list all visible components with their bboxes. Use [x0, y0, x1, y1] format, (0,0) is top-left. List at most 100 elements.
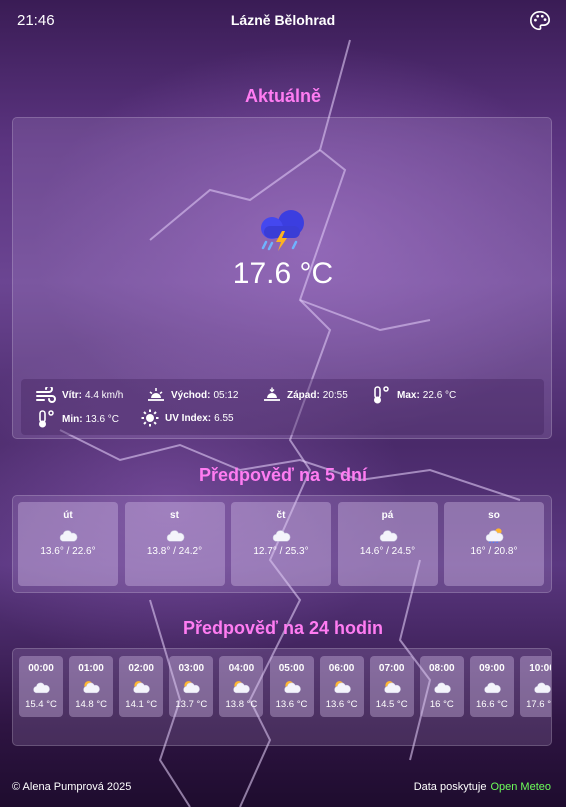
rain-cloud-icon: [485, 528, 504, 543]
hour-temperature: 13.7 °C: [175, 699, 208, 710]
cloud-icon: [33, 682, 50, 694]
forecast-24-panel: 00:00 15.4 °C 01:00 14.8 °C 02:00 14.1 °C 03:0…: [12, 648, 552, 746]
cloud-icon: [484, 682, 501, 694]
wind-icon: [36, 387, 56, 403]
current-title: Aktuálně: [244, 86, 322, 106]
cloud-icon: [379, 530, 397, 542]
cloud-icon: [272, 530, 291, 542]
sun-behind-cloud-icon: [333, 681, 351, 694]
hour-card[interactable]: 07:00 14.5 °C: [369, 656, 414, 717]
hour-card[interactable]: 01:00 14.8 °C: [69, 656, 114, 717]
day-name: st: [170, 510, 179, 521]
sun-behind-cloud-icon: [183, 681, 201, 694]
footer: © Alena Pumprová 2025 Data poskytuje Open…: [0, 770, 566, 807]
hour-card[interactable]: 03:00 13.7 °C: [169, 656, 214, 717]
sun-behind-cloud-icon: [83, 681, 100, 694]
sun-behind-cloud-icon: [233, 681, 251, 694]
palette-icon[interactable]: [529, 10, 551, 32]
day-temperature-range: 12.7° / 25.3°: [253, 546, 309, 557]
hour-time: 09:00: [479, 663, 505, 674]
hour-card[interactable]: 00:00 15.4 °C: [19, 656, 63, 717]
sunset-value: 20:55: [322, 389, 348, 401]
hour-time: 00:00: [28, 663, 54, 674]
hour-temperature: 17.6 °C: [526, 699, 552, 710]
sunrise-stat: Východ: 05:12: [147, 387, 238, 403]
hour-time: 05:00: [278, 663, 305, 674]
sun-behind-cloud-icon: [133, 681, 150, 694]
sun-behind-cloud-icon: [384, 681, 401, 694]
uv-index-stat: UV Index: 6.55: [141, 409, 234, 427]
city-name: Lázně Bělohrad: [230, 12, 336, 28]
sun-icon: [141, 409, 159, 427]
day-temperature-range: 13.6° / 22.6°: [40, 546, 96, 557]
day-card[interactable]: st 13.8° / 24.2°: [124, 502, 225, 586]
sunrise-label: Východ:: [171, 389, 211, 401]
min-temp-value: 13.6 °C: [85, 413, 120, 425]
day-name: út: [63, 510, 73, 521]
hour-card[interactable]: 08:00 16 °C: [419, 656, 464, 717]
thermometer-icon: [39, 410, 54, 428]
min-temp-label: Min:: [62, 413, 83, 425]
day-temperature-range: 13.8° / 24.2°: [146, 546, 203, 557]
current-temperature: 17.6 °C: [232, 257, 334, 290]
max-temp-label: Max:: [397, 389, 420, 401]
hour-card[interactable]: 02:00 14.1 °C: [119, 656, 164, 717]
sunrise-value: 05:12: [213, 389, 239, 401]
day-name: čt: [276, 510, 286, 521]
hour-time: 07:00: [378, 663, 405, 674]
day-card[interactable]: čt 12.7° / 25.3°: [231, 502, 331, 586]
hour-time: 02:00: [128, 663, 154, 674]
sunset-stat: Západ: 20:55: [263, 387, 348, 403]
day-temperature-range: 16° / 20.8°: [470, 546, 518, 557]
cloud-icon: [59, 530, 78, 542]
day-card[interactable]: pá 14.6° / 24.5°: [337, 502, 438, 586]
hour-time: 10:00: [529, 663, 551, 674]
cloud-icon: [534, 682, 551, 694]
max-temp-value: 22.6 °C: [422, 389, 457, 401]
thunderstorm-icon: [261, 210, 304, 251]
hour-card[interactable]: 09:00 16.6 °C: [469, 656, 514, 717]
cloud-icon: [434, 682, 451, 694]
hour-card[interactable]: 04:00 13.8 °C: [219, 656, 264, 717]
forecast-24-title: Předpověď na 24 hodin: [183, 618, 383, 638]
hour-card[interactable]: 06:00 13.6 °C: [319, 656, 364, 717]
hour-time: 08:00: [429, 663, 455, 674]
sunset-icon: [264, 387, 280, 401]
min-temp-stat: Min: 13.6 °C: [36, 409, 119, 429]
open-meteo-link[interactable]: Open Meteo: [490, 781, 551, 793]
hour-time: 01:00: [78, 663, 104, 674]
cloud-icon: [166, 530, 184, 542]
hour-temperature: 13.6 °C: [325, 699, 358, 710]
day-name: so: [488, 510, 500, 521]
hour-temperature: 16 °C: [429, 699, 454, 710]
credit-label: Data poskytuje: [413, 781, 487, 793]
sun-behind-cloud-icon: [283, 681, 301, 694]
data-credit: Data poskytuje Open Meteo: [414, 781, 551, 793]
hour-temperature: 14.5 °C: [375, 699, 408, 710]
uv-label: UV Index:: [165, 412, 212, 424]
top-bar: 21:46 Lázně Bělohrad: [0, 0, 566, 42]
hour-card[interactable]: 05:00 13.6 °C: [269, 656, 314, 717]
wind-label: Vítr:: [62, 389, 82, 401]
day-temperature-range: 14.6° / 24.5°: [359, 546, 416, 557]
day-name: pá: [381, 510, 394, 521]
wind-value: 4.4 km/h: [85, 389, 124, 401]
hour-time: 06:00: [328, 663, 355, 674]
hour-time: 03:00: [178, 663, 205, 674]
forecast-5-title: Předpověď na 5 dní: [199, 465, 367, 485]
day-card[interactable]: út 13.6° / 22.6°: [18, 502, 118, 586]
max-temp-stat: Max: 22.6 °C: [371, 385, 456, 405]
wind-stat: Vítr: 4.4 km/h: [36, 387, 123, 403]
hour-time: 04:00: [228, 663, 255, 674]
sunset-label: Západ:: [287, 389, 320, 401]
day-card[interactable]: so 16° / 20.8°: [444, 502, 544, 586]
hour-temperature: 16.6 °C: [475, 699, 508, 710]
hour-temperature: 14.1 °C: [125, 699, 158, 710]
copyright: © Alena Pumprová 2025: [12, 781, 132, 793]
sunrise-icon: [148, 388, 164, 401]
thermometer-icon: [374, 386, 389, 404]
hour-card[interactable]: 10:00 17.6 °C: [520, 656, 552, 717]
current-stats-bar: Vítr: 4.4 km/h Východ: 05:12 Západ: 20:5…: [21, 379, 544, 435]
uv-value: 6.55: [214, 412, 234, 424]
hour-temperature: 14.8 °C: [75, 699, 107, 710]
